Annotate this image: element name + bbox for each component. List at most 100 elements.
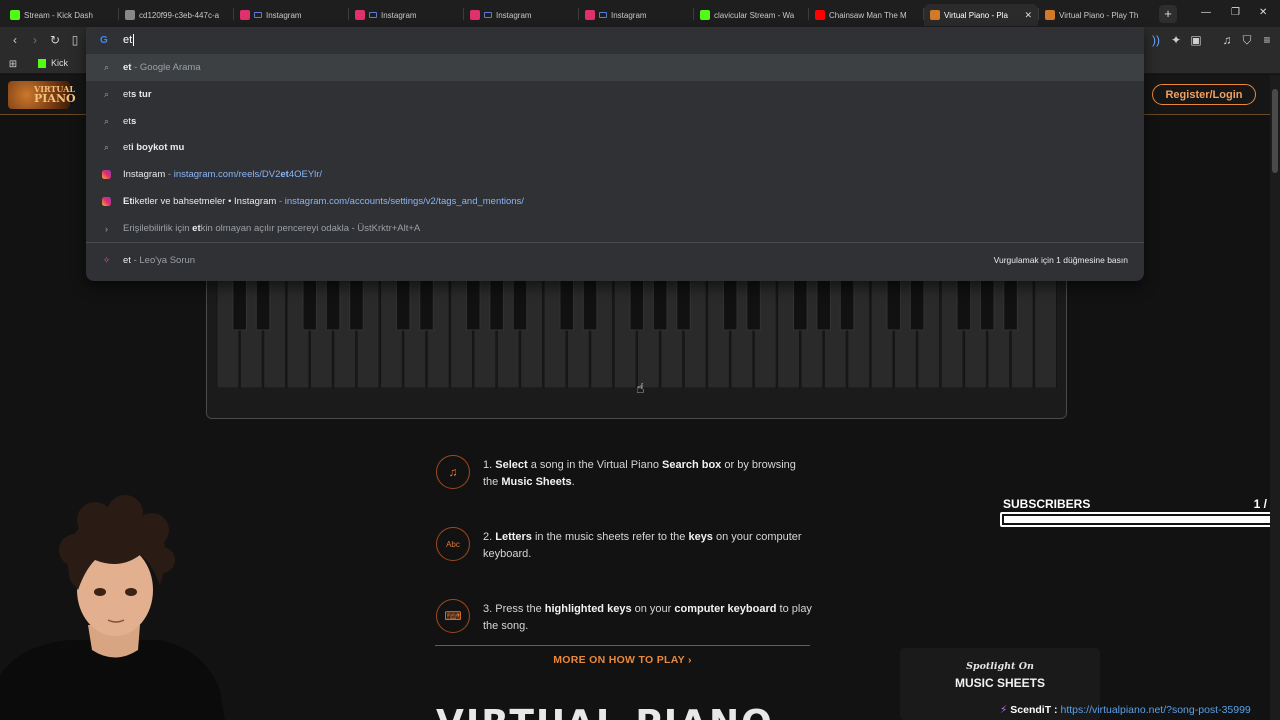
back-icon[interactable]: ‹ bbox=[8, 33, 22, 47]
tab-group-icon bbox=[369, 12, 377, 18]
instagram-icon bbox=[470, 10, 480, 20]
omnibox-suggestion[interactable]: Etiketler ve bahsetmeler • Instagram - i… bbox=[86, 188, 1144, 215]
browser-tab[interactable]: Instagram bbox=[464, 4, 578, 26]
suggestion-text: et - Leo'ya Sorun bbox=[123, 255, 195, 266]
close-window-icon[interactable]: ✕ bbox=[1259, 7, 1267, 18]
google-icon: G bbox=[100, 35, 108, 46]
how-to-step: Abc 2. Letters in the music sheets refer … bbox=[436, 527, 816, 567]
search-icon: ⌕ bbox=[103, 89, 110, 99]
kick-icon bbox=[38, 58, 46, 68]
omnibox-suggestion[interactable]: ⌕ ets bbox=[86, 108, 1144, 135]
tab-title: Virtual Piano - Play Th bbox=[1059, 10, 1139, 20]
search-icon: ⌕ bbox=[103, 116, 110, 126]
shield-icon[interactable]: ⛉ bbox=[1240, 33, 1254, 47]
suggestion-text: Instagram - instagram.com/reels/DV2et4OE… bbox=[123, 169, 322, 180]
media-icon[interactable]: ♫ bbox=[1220, 33, 1234, 47]
bookmark-item[interactable]: Kick bbox=[38, 58, 68, 68]
hand-cursor-icon: ☝ bbox=[636, 380, 645, 396]
close-tab-icon[interactable]: ✕ bbox=[1024, 10, 1032, 21]
instagram-icon bbox=[101, 196, 112, 207]
text-segment: . bbox=[571, 476, 575, 488]
text-segment: 4OEYlr/ bbox=[288, 169, 323, 180]
text-segment: - Leo'ya Sorun bbox=[130, 255, 196, 266]
text-segment: - bbox=[165, 169, 174, 180]
suggestion-text: et - Google Arama bbox=[123, 62, 201, 73]
virtual-piano-logo[interactable]: VIRTUAL PIANO bbox=[8, 81, 76, 109]
omnibox-suggestion[interactable]: › Erişilebilirlik için etkin olmayan açıl… bbox=[86, 215, 1144, 242]
scrollbar-thumb[interactable] bbox=[1272, 89, 1278, 173]
tab-title: Instagram bbox=[611, 10, 647, 20]
omnibox-suggestion[interactable]: ✧ et - Leo'ya Sorun Vurgulamak için 1 düğm… bbox=[86, 247, 1144, 274]
text-segment: 3. Press the bbox=[483, 603, 545, 615]
text-segment: instagram.com/accounts/settings/v2/tags_… bbox=[284, 196, 524, 207]
browser-tab[interactable]: clavicular Stream - Wa bbox=[694, 4, 808, 26]
omnibox-suggestion[interactable]: ⌕ ets tur bbox=[86, 81, 1144, 108]
step-text: 2. Letters in the music sheets refer to … bbox=[483, 529, 813, 563]
reload-icon[interactable]: ↻ bbox=[48, 33, 62, 47]
browser-tab[interactable]: cd120f99-c3eb-447c-a bbox=[119, 4, 233, 26]
text-segment: i boykot mu bbox=[130, 142, 185, 153]
suggestion-hint: Vurgulamak için 1 düğmesine basın bbox=[993, 255, 1128, 265]
subscribers-progress-bar bbox=[1000, 512, 1270, 527]
scendit-url[interactable]: https://virtualpiano.net/?song-post-3599… bbox=[1060, 704, 1250, 716]
omnibox-suggestion[interactable]: ⌕ eti boykot mu bbox=[86, 134, 1144, 161]
browser-tab[interactable]: Instagram bbox=[349, 4, 463, 26]
spotlight-title: MUSIC SHEETS bbox=[954, 676, 1045, 690]
suggestion-divider bbox=[86, 242, 1144, 243]
instagram-icon bbox=[240, 10, 250, 20]
new-tab-button[interactable]: + bbox=[1159, 4, 1177, 23]
extensions-icon[interactable]: ✦ bbox=[1169, 33, 1183, 47]
tab-title: cd120f99-c3eb-447c-a bbox=[139, 10, 220, 20]
keyboard-icon: ⌨ bbox=[436, 599, 470, 633]
text-segment: - bbox=[276, 196, 285, 207]
maximize-icon[interactable]: ❐ bbox=[1231, 7, 1240, 18]
browser-tab[interactable]: Instagram bbox=[234, 4, 348, 26]
text-segment: instagram.com/reels/DV2 bbox=[173, 169, 281, 180]
scendit-label: ScendiT : bbox=[1010, 704, 1061, 716]
spotlight-label: Spotlight On bbox=[966, 661, 1034, 672]
minimize-icon[interactable]: — bbox=[1201, 7, 1211, 18]
bookmark-list: Kick bbox=[38, 58, 68, 68]
address-bar[interactable]: G et bbox=[86, 27, 1144, 54]
instagram-icon bbox=[355, 10, 365, 20]
menu-icon[interactable]: ≡ bbox=[1260, 33, 1274, 47]
tab-strip: Stream - Kick Dash cd120f99-c3eb-447c-a In… bbox=[0, 0, 1280, 27]
wallet-icon[interactable]: ▣ bbox=[1189, 33, 1203, 47]
register-login-button[interactable]: Register/Login bbox=[1152, 84, 1256, 105]
forward-icon[interactable]: › bbox=[28, 33, 42, 47]
divider bbox=[435, 645, 810, 646]
leo-icon: ✧ bbox=[102, 255, 111, 265]
globe-icon bbox=[125, 10, 135, 20]
bookmark-icon[interactable]: ▯ bbox=[68, 33, 82, 47]
text-segment: - Google Arama bbox=[131, 62, 201, 73]
kick-icon bbox=[700, 10, 710, 20]
browser-tab[interactable]: Stream - Kick Dash bbox=[4, 4, 118, 26]
instagram-icon bbox=[101, 169, 112, 180]
address-input[interactable]: et bbox=[123, 34, 132, 46]
browser-tab[interactable]: Instagram bbox=[579, 4, 693, 26]
logo-line-2: PIANO bbox=[34, 92, 76, 105]
text-segment: Letters bbox=[495, 531, 532, 543]
apps-icon[interactable]: ⊞ bbox=[6, 57, 20, 71]
text-segment: iketler ve bahsetmeler • Instagram bbox=[132, 196, 277, 207]
how-to-step: ⌨ 3. Press the highlighted keys on your c… bbox=[436, 599, 816, 639]
omnibox-suggestion[interactable]: ⌕ et - Google Arama bbox=[86, 54, 1144, 81]
text-segment: s tur bbox=[130, 89, 152, 100]
text-segment: 2. bbox=[483, 531, 496, 543]
page-scrollbar[interactable] bbox=[1270, 75, 1280, 720]
bookmark-label: Kick bbox=[51, 58, 69, 68]
more-on-how-to-play-link[interactable]: MORE ON HOW TO PLAY › bbox=[435, 654, 810, 666]
omnibox-suggestion[interactable]: Instagram - instagram.com/reels/DV2et4OE… bbox=[86, 161, 1144, 188]
suggestion-text: Etiketler ve bahsetmeler • Instagram - i… bbox=[123, 196, 524, 207]
omnibox-dropdown: G et ⌕ et - Google Arama ⌕ ets tur ⌕ ets ⌕ eti … bbox=[86, 27, 1144, 281]
lightning-icon: ⚡ bbox=[1000, 704, 1008, 716]
instagram-icon bbox=[585, 10, 595, 20]
tab-group-icon bbox=[254, 12, 262, 18]
tab-title: Instagram bbox=[266, 10, 302, 20]
leo-ai-icon[interactable]: )) bbox=[1149, 33, 1163, 47]
text-segment: Select bbox=[495, 459, 528, 471]
browser-tab[interactable]: Virtual Piano - Pla ✕ bbox=[924, 4, 1038, 26]
tab-title: Instagram bbox=[381, 10, 417, 20]
browser-tab[interactable]: Virtual Piano - Play Th bbox=[1039, 4, 1153, 26]
browser-tab[interactable]: Chainsaw Man The M bbox=[809, 4, 923, 26]
